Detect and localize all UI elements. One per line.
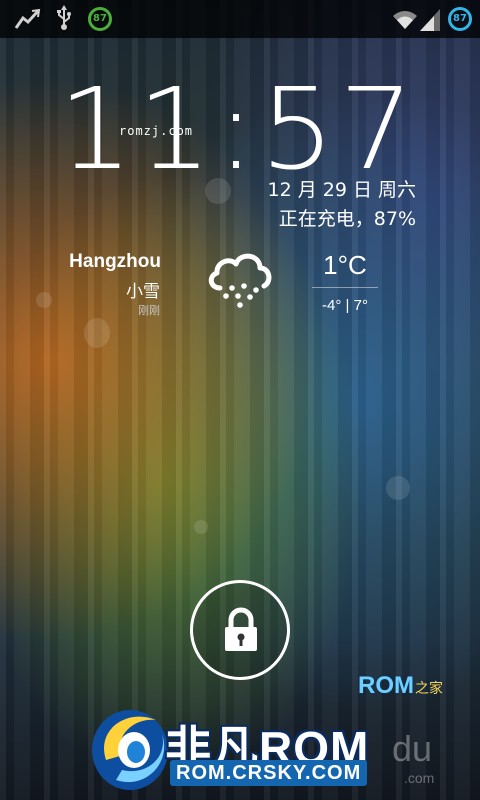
signal-icon (420, 7, 442, 35)
usb-icon (56, 5, 72, 35)
weather-temperature: 1°C (323, 250, 367, 280)
rom-zhijia-logo: ROM之家 (358, 672, 443, 699)
bokeh-light (84, 318, 110, 348)
bokeh-light (194, 520, 208, 534)
bokeh-light (36, 292, 52, 308)
faint-watermark: du (392, 728, 433, 769)
activity-graph-icon (14, 8, 42, 34)
lockscreen-clock: 11:57 (57, 63, 418, 195)
bokeh-light (386, 476, 410, 500)
unlock-button[interactable] (190, 580, 290, 680)
wifi-icon (392, 8, 418, 34)
brand-url: ROM.CRSKY.COM (170, 760, 368, 786)
weather-updated-time: 刚刚 (138, 304, 160, 317)
watermark-text: romzj.com (119, 124, 194, 138)
status-bar[interactable]: 87 87 (0, 0, 480, 38)
temperature-divider (312, 287, 378, 288)
battery-ring-icon: 87 (448, 7, 472, 31)
weather-city: Hangzhou (69, 251, 161, 272)
weather-condition: 小雪 (126, 282, 160, 302)
faint-watermark-domain: .com (404, 770, 435, 786)
lock-icon (225, 607, 257, 651)
date-text: 12 月 29 日 周六 (267, 179, 416, 201)
battery-ring-icon: 87 (88, 7, 112, 31)
weather-range: -4° | 7° (322, 297, 368, 314)
snow-cloud-icon (204, 246, 276, 314)
charging-status: 正在充电，87% (278, 208, 416, 230)
